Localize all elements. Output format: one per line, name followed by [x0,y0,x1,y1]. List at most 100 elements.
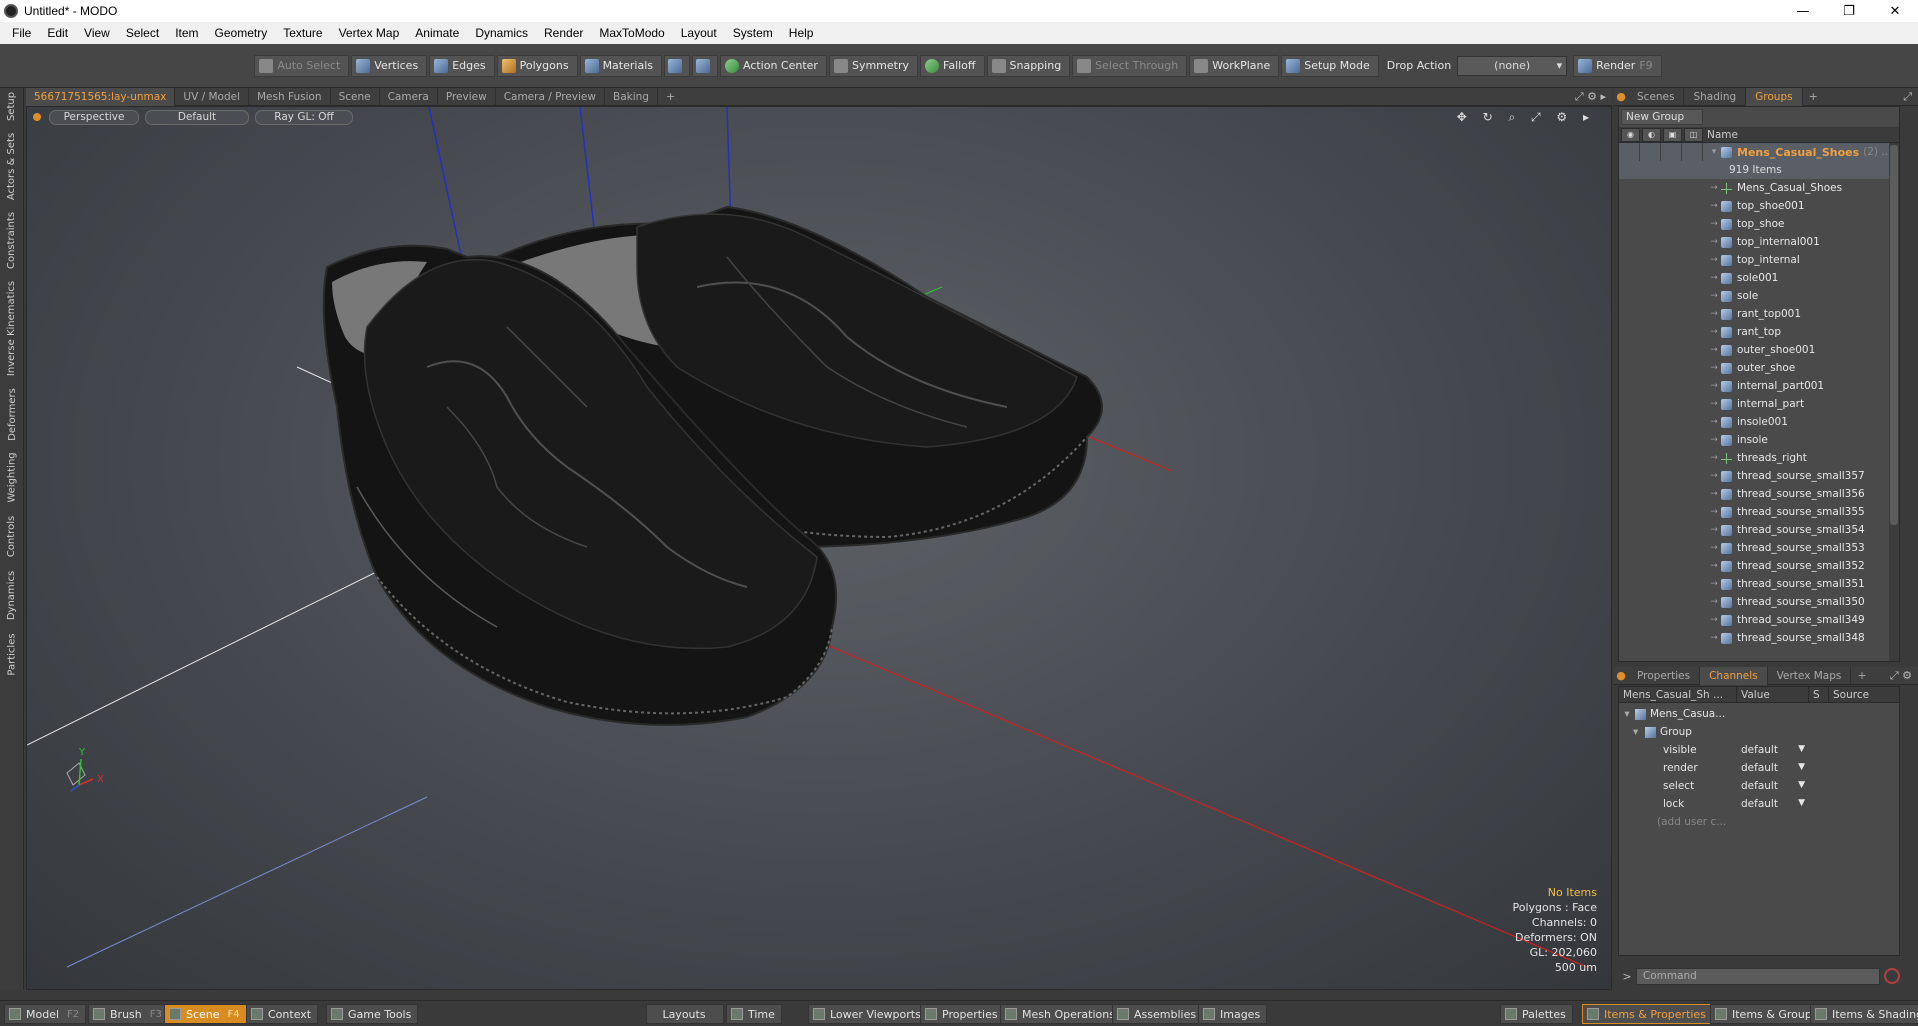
group-item-row[interactable]: → insole001 [1619,413,1899,431]
item-mode-button[interactable] [663,54,690,77]
menu-layout[interactable]: Layout [673,26,725,40]
panel-menu-icon[interactable]: ● [1614,90,1628,103]
menu-dynamics[interactable]: Dynamics [467,26,536,40]
groups-scrollbar[interactable] [1889,143,1899,661]
tab-scenes[interactable]: Scenes [1628,87,1685,106]
view-type-button[interactable]: Perspective [49,109,139,125]
edges-button[interactable]: Edges [429,54,495,77]
render-column-icon[interactable]: ◐ [1642,127,1661,142]
tab-controls[interactable]: Controls [0,510,24,562]
tab-mesh-fusion[interactable]: Mesh Fusion [249,87,331,106]
tab-properties[interactable]: Properties [1628,666,1701,685]
group-item-row[interactable]: → internal_part [1619,395,1899,413]
menu-select[interactable]: Select [118,26,167,40]
tab-inverse-kinematics[interactable]: Inverse Kinematics [0,276,24,380]
panel-menu-icon-2[interactable]: ● [1614,669,1628,682]
add-tab-button[interactable]: + [658,90,683,103]
group-item-row[interactable]: → thread_sourse_small356 [1619,485,1899,503]
menu-animate[interactable]: Animate [407,26,467,40]
tab-lay-unmax[interactable]: 56671751565:lay-unmax [26,87,176,106]
group-item-row[interactable]: → outer_shoe [1619,359,1899,377]
channel-row[interactable]: select default ▼ [1619,777,1899,795]
context-layout-button[interactable]: Context [246,1004,319,1024]
group-item-row[interactable]: → thread_sourse_small357 [1619,467,1899,485]
minimize-button[interactable]: — [1780,0,1826,22]
group-item-row[interactable]: → thread_sourse_small354 [1619,521,1899,539]
expand-icon[interactable]: ▾ [1619,708,1635,720]
tab-setup[interactable]: Setup [0,88,24,124]
tab-dynamics[interactable]: Dynamics [0,566,24,624]
assemblies-button[interactable]: Assemblies [1112,1004,1204,1024]
tab-actors-sets[interactable]: Actors & Sets [0,128,24,204]
group-item-row[interactable]: → thread_sourse_small350 [1619,593,1899,611]
command-input[interactable]: Command [1635,967,1881,985]
add-prop-tab-button[interactable]: + [1851,669,1872,682]
group-item-row[interactable]: → threads_right [1619,449,1899,467]
group-item-row[interactable]: → sole001 [1619,269,1899,287]
channel-row[interactable]: lock default ▼ [1619,795,1899,813]
tab-constraints[interactable]: Constraints [0,208,24,272]
items-properties-button[interactable]: Items & Properties [1582,1004,1713,1024]
menu-view[interactable]: View [76,26,118,40]
group-item-row[interactable]: → thread_sourse_small351 [1619,575,1899,593]
group-item-row[interactable]: → top_shoe001 [1619,197,1899,215]
channel-value-select[interactable]: default ▼ [1737,777,1809,795]
brush-layout-button[interactable]: Brush F3 [88,1004,169,1024]
panel-maximize-icon-2[interactable]: ⤢ ⚙ [1890,669,1912,683]
materials-button[interactable]: Materials [579,54,662,77]
menu-maxtomodo[interactable]: MaxToModo [591,26,672,40]
tab-baking[interactable]: Baking [605,87,658,106]
restore-button[interactable]: ❐ [1826,0,1872,22]
vertices-button[interactable]: Vertices [351,54,428,77]
channel-value-select[interactable]: default ▼ [1737,741,1809,759]
setup-mode-button[interactable]: Setup Mode [1281,54,1379,77]
items-shading-button[interactable]: Items & Shading [1810,1004,1918,1024]
tab-camera-preview[interactable]: Camera / Preview [496,87,605,106]
polygons-button[interactable]: Polygons [496,54,578,77]
tab-channels[interactable]: Channels [1700,666,1768,685]
group-item-row[interactable]: → top_internal001 [1619,233,1899,251]
channel-row[interactable]: render default ▼ [1619,759,1899,777]
group-item-row[interactable]: → thread_sourse_small355 [1619,503,1899,521]
group-item-row[interactable]: → internal_part001 [1619,377,1899,395]
group-item-row[interactable]: → thread_sourse_small348 [1619,629,1899,647]
menu-system[interactable]: System [725,26,781,40]
tab-preview[interactable]: Preview [438,87,496,106]
tab-camera[interactable]: Camera [380,87,438,106]
channel-group-row[interactable]: ▾ Group [1619,723,1899,741]
viewport-menu-icon[interactable] [33,113,41,121]
tab-particles[interactable]: Particles [0,628,24,680]
select-through-button[interactable]: Select Through [1072,54,1188,77]
expand-icon[interactable]: ▾ [1707,147,1721,157]
tab-vertex-maps[interactable]: Vertex Maps [1768,666,1852,685]
add-user-channel-row[interactable]: (add user c... [1619,813,1899,831]
scene-layout-button[interactable]: Scene F4 [164,1004,247,1024]
snapping-button[interactable]: Snapping [986,54,1071,77]
channel-value-select[interactable]: default ▼ [1737,759,1809,777]
group-item-row[interactable]: → top_internal [1619,251,1899,269]
drop-action-select[interactable]: (none) [1457,55,1568,76]
group-item-row[interactable]: → Mens_Casual_Shoes [1619,179,1899,197]
group-item-row[interactable]: → insole [1619,431,1899,449]
action-center-button[interactable]: Action Center [719,54,827,77]
group-root-row[interactable]: ▾ Mens_Casual_Shoes (2) ... [1619,143,1899,161]
shading-mode-button[interactable]: Default [145,109,249,125]
group-item-row[interactable]: → thread_sourse_small353 [1619,539,1899,557]
panel-maximize-icon[interactable]: ⤢ [1903,90,1912,104]
group-item-row[interactable]: → top_shoe [1619,215,1899,233]
group-item-row[interactable]: → rant_top001 [1619,305,1899,323]
channel-value-select[interactable]: default ▼ [1737,795,1809,813]
record-macro-icon[interactable] [1884,968,1900,984]
symmetry-button[interactable]: Symmetry [828,54,919,77]
palettes-button[interactable]: Palettes [1500,1004,1573,1024]
tab-weighting[interactable]: Weighting [0,448,24,506]
model-layout-button[interactable]: Model F2 [4,1004,87,1024]
mesh-operations-button[interactable]: Mesh Operations [1000,1004,1122,1024]
properties-button[interactable]: Properties [920,1004,1005,1024]
menu-help[interactable]: Help [781,26,822,40]
tab-groups[interactable]: Groups [1746,87,1803,106]
tab-shading[interactable]: Shading [1684,87,1747,106]
items-groups-button[interactable]: Items & Groups [1710,1004,1825,1024]
workplane-button[interactable]: WorkPlane [1189,54,1280,77]
channel-root-row[interactable]: ▾ Mens_Casua... [1619,705,1899,723]
